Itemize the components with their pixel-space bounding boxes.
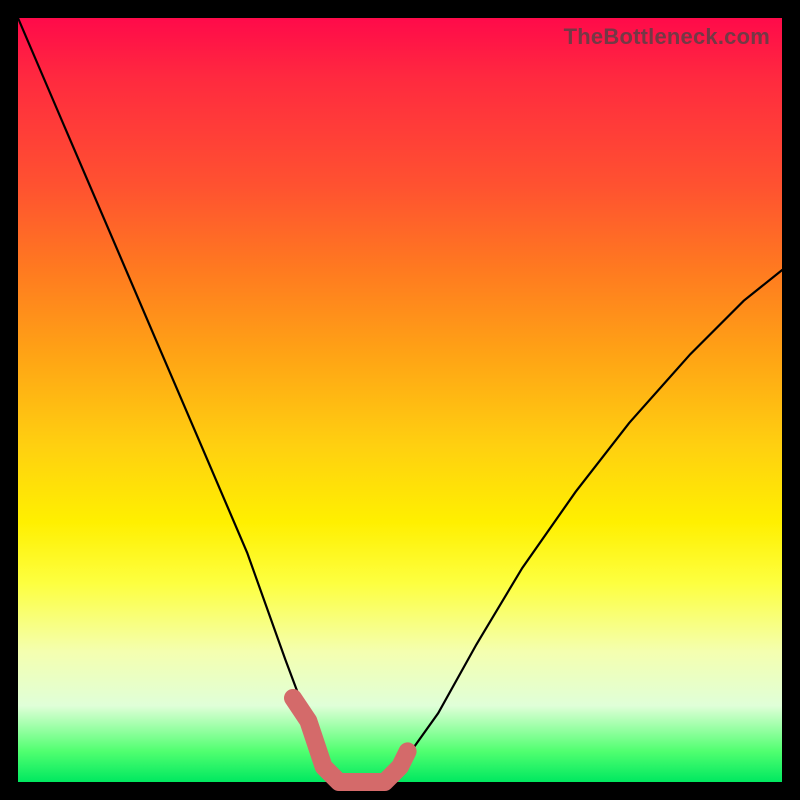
plot-area: TheBottleneck.com	[18, 18, 782, 782]
main-curve	[18, 18, 782, 782]
valley-highlight	[293, 698, 408, 782]
chart-svg	[18, 18, 782, 782]
chart-frame: TheBottleneck.com	[0, 0, 800, 800]
